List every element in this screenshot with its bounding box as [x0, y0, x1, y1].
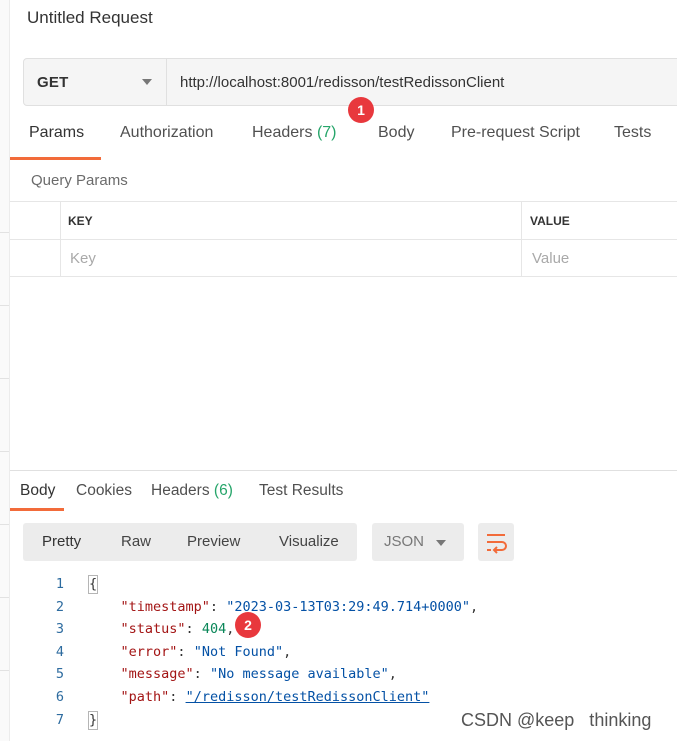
annotation-badge-2: 2: [235, 612, 261, 638]
query-params-table: KEY VALUE Key Value: [10, 201, 677, 277]
close-brace: }: [88, 710, 99, 730]
edge-divider: [0, 378, 9, 379]
active-tab-indicator: [10, 157, 101, 160]
method-select[interactable]: GET: [24, 59, 167, 105]
headers-count: (7): [316, 124, 337, 141]
tab-pre-request-script[interactable]: Pre-request Script: [451, 124, 580, 142]
format-select[interactable]: JSON: [372, 523, 464, 561]
code-line: 5 "message": "No message available",: [0, 663, 677, 686]
json-key: "timestamp": [120, 598, 210, 615]
edge-divider: [0, 524, 9, 525]
wrap-lines-button[interactable]: [478, 523, 514, 561]
line-number: 1: [55, 576, 64, 592]
chevron-down-icon: [142, 79, 152, 85]
key-input[interactable]: Key: [70, 250, 96, 267]
value-input[interactable]: Value: [532, 250, 569, 267]
tab-params[interactable]: Params: [29, 124, 84, 142]
line-number: 7: [55, 711, 64, 728]
tab-tests[interactable]: Tests: [614, 124, 651, 142]
json-value: "2023-03-13T03:29:49.714+0000": [226, 598, 471, 615]
tab-label: Test Results: [259, 482, 344, 499]
checkbox-column: [10, 240, 61, 276]
json-key: "message": [120, 666, 194, 683]
line-number: 3: [55, 621, 64, 638]
wrap-lines-icon: [487, 534, 507, 554]
query-params-label: Query Params: [31, 172, 128, 189]
tab-label: Body: [20, 482, 56, 499]
json-key: "path": [120, 688, 170, 705]
response-body-viewer[interactable]: 1 { 2 "timestamp": "2023-03-13T03:29:49.…: [0, 573, 677, 731]
url-input[interactable]: http://localhost:8001/redisson/testRedis…: [180, 74, 504, 91]
tab-label: Pre-request Script: [451, 124, 580, 141]
view-visualize-button[interactable]: Visualize: [279, 533, 339, 550]
code-text: "status": 404,: [120, 621, 235, 638]
table-row: Key Value: [10, 239, 677, 277]
checkbox-column: [10, 202, 61, 239]
line-number: 5: [55, 666, 64, 683]
tab-label: Params: [29, 124, 85, 141]
tab-headers[interactable]: Headers (7): [252, 124, 337, 142]
open-brace: {: [88, 575, 99, 594]
table-header-row: KEY VALUE: [10, 201, 677, 239]
view-preview-button[interactable]: Preview: [187, 533, 240, 550]
annotation-badge-1: 1: [348, 97, 374, 123]
key-header: KEY: [68, 214, 93, 228]
json-value: 404: [201, 621, 227, 638]
active-tab-indicator: [10, 508, 64, 511]
edge-divider: [0, 305, 9, 306]
tab-label: Headers: [252, 124, 313, 141]
key-column: KEY: [62, 202, 522, 239]
line-number: 2: [55, 598, 64, 615]
json-key: "status": [120, 621, 186, 638]
json-key: "error": [120, 643, 178, 660]
edge-divider: [0, 232, 9, 233]
tab-label: Authorization: [120, 124, 214, 141]
json-value: "Not Found": [193, 643, 284, 660]
edge-divider: [0, 451, 9, 452]
chevron-down-icon: [436, 540, 446, 546]
line-number: 4: [55, 643, 64, 660]
tab-cookies[interactable]: Cookies: [76, 482, 132, 500]
headers-count: (6): [213, 482, 233, 499]
tab-label: Body: [378, 124, 415, 141]
request-bar: GET http://localhost:8001/redisson/testR…: [23, 58, 677, 106]
path-link[interactable]: "/redisson/testRedissonClient": [186, 689, 430, 705]
code-line: 4 "error": "Not Found",: [0, 641, 677, 664]
code-line: 3 "status": 404,: [0, 618, 677, 641]
tab-label: Cookies: [76, 482, 132, 499]
request-tabs: Params Authorization Headers (7) Body Pr…: [10, 124, 677, 160]
tab-response-headers[interactable]: Headers (6): [151, 482, 233, 500]
code-line: 2 "timestamp": "2023-03-13T03:29:49.714+…: [0, 596, 677, 619]
request-title[interactable]: Untitled Request: [27, 8, 153, 28]
code-text: "timestamp": "2023-03-13T03:29:49.714+00…: [120, 598, 479, 615]
tab-label: Tests: [614, 124, 652, 141]
response-tabs: Body Cookies Headers (6) Test Results: [10, 482, 677, 512]
view-raw-button[interactable]: Raw: [121, 533, 151, 550]
line-number: 6: [55, 688, 64, 705]
pane-divider[interactable]: [10, 470, 677, 471]
code-line: 1 {: [0, 573, 677, 596]
tab-label: Headers: [151, 482, 210, 499]
code-text: "message": "No message available",: [120, 666, 397, 683]
code-text: }: [88, 709, 99, 732]
value-header: VALUE: [530, 214, 570, 228]
code-text: "path": "/redisson/testRedissonClient": [120, 688, 430, 705]
view-pretty-button[interactable]: Pretty: [42, 533, 81, 550]
key-cell[interactable]: Key: [62, 240, 522, 276]
code-line: 6 "path": "/redisson/testRedissonClient": [0, 686, 677, 709]
tab-authorization[interactable]: Authorization: [120, 124, 213, 142]
method-label: GET: [37, 74, 69, 91]
view-mode-segmented-control: Pretty Raw Preview Visualize: [23, 523, 357, 561]
code-text: "error": "Not Found",: [120, 643, 292, 660]
tab-response-body[interactable]: Body: [20, 482, 55, 500]
tab-body[interactable]: Body: [378, 124, 414, 142]
code-text: {: [88, 573, 99, 596]
tab-test-results[interactable]: Test Results: [259, 482, 343, 500]
format-label: JSON: [384, 533, 425, 550]
json-value: "No message available": [209, 666, 389, 683]
watermark: CSDN @keep thinking: [461, 710, 652, 730]
